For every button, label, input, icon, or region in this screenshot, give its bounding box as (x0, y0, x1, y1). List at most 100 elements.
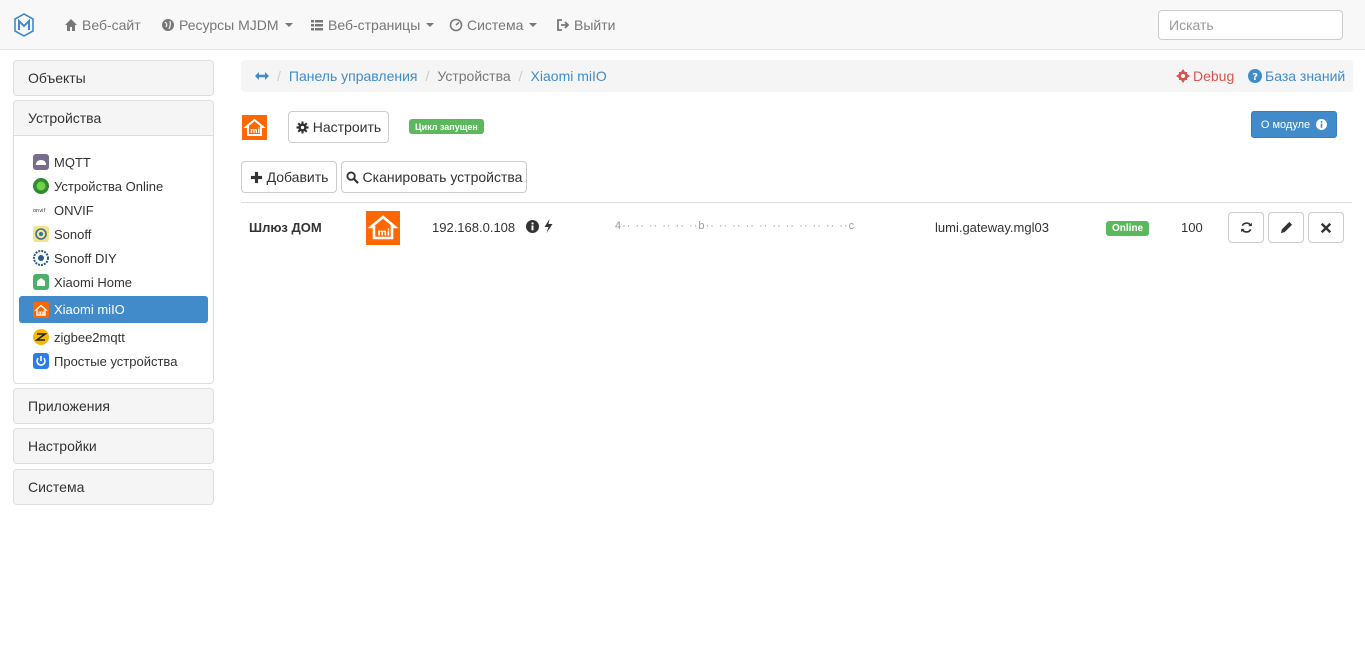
info-icon[interactable] (526, 220, 539, 233)
sidebar-item-label: Sonoff DIY (54, 250, 117, 266)
nav-resources[interactable]: Ресурсы MJDM (161, 15, 293, 35)
sidebar-item-label: Простые устройства (54, 353, 178, 369)
breadcrumb-separator: / (518, 68, 523, 84)
debug-icon (1176, 69, 1190, 83)
about-module-button[interactable]: О модуле (1251, 111, 1337, 138)
sidebar-section-settings[interactable]: Настройки (13, 428, 214, 464)
sidebar-item-sonoff[interactable]: Sonoff (19, 222, 208, 246)
about-module-label: О модуле (1260, 118, 1311, 131)
sidebar-item-sonoff-diy[interactable]: Sonoff DIY (19, 246, 208, 270)
nav-system-label: Система (467, 17, 524, 33)
nav-resources-label: Ресурсы MJDM (179, 17, 279, 33)
search-input[interactable] (1158, 10, 1343, 40)
sidebar-item-label: Xiaomi miIO (54, 302, 125, 317)
lightning-icon (544, 219, 553, 233)
xiaomi-home-icon (33, 274, 49, 290)
sidebar-section-settings-label: Настройки (14, 429, 213, 463)
nav-system[interactable]: Система (449, 15, 538, 35)
dashboard-icon (449, 18, 463, 32)
globe-icon (162, 19, 174, 31)
status-badge: Online (1106, 221, 1150, 236)
device-token: 4·· ·· ·· ·· ·· ··b·· ·· ·· ·· ·· ·· ·· … (615, 220, 856, 232)
question-circle-icon: ? (1248, 69, 1262, 83)
svg-text:mi: mi (250, 127, 260, 135)
sidebar-item-xiaomi-miio[interactable]: mi Xiaomi miIO (19, 296, 208, 323)
xiaomi-miio-module-icon: mi (242, 115, 267, 140)
sidebar-section-objects[interactable]: Объекты (13, 60, 214, 96)
info-icon (1316, 119, 1328, 130)
home-icon (65, 19, 77, 31)
breadcrumb-control-panel[interactable]: Панель управления (289, 68, 418, 84)
sidebar-section-devices: Устройства MQTT Устройства Online onvif … (13, 100, 214, 384)
svg-text:mi: mi (38, 310, 45, 316)
breadcrumb-xiaomi-miio[interactable]: Xiaomi miIO (531, 68, 607, 84)
configure-button-label: Настроить (312, 119, 382, 135)
xiaomi-device-icon: mi (366, 211, 400, 245)
mqtt-icon (33, 154, 49, 170)
sidebar-section-devices-label[interactable]: Устройства (14, 101, 213, 135)
delete-button[interactable] (1308, 212, 1344, 243)
sidebar-section-objects-label: Объекты (14, 61, 213, 95)
breadcrumb: / Панель управления / Устройства / Xiaom… (241, 60, 1353, 92)
search-icon (345, 170, 359, 184)
sidebar-item-zigbee2mqtt[interactable]: zigbee2mqtt (19, 325, 208, 349)
device-ip: 192.168.0.108 (432, 220, 516, 235)
sidebar-item-simple-devices[interactable]: Простые устройства (19, 349, 208, 373)
breadcrumb-separator: / (425, 68, 430, 84)
list-icon (311, 20, 323, 31)
nav-website-label: Веб-сайт (82, 17, 141, 33)
top-navbar: Веб-сайт Ресурсы MJDM Веб-страницы Систе… (0, 0, 1365, 50)
sidebar-item-label: ONVIF (54, 202, 94, 218)
sonoff-icon (33, 226, 49, 242)
nav-logout[interactable]: Выйти (556, 15, 615, 35)
nav-webpages[interactable]: Веб-страницы (310, 15, 435, 35)
cycle-status-badge: Цикл запущен (409, 119, 484, 134)
svg-text:?: ? (1252, 72, 1258, 83)
gear-icon (296, 120, 309, 134)
refresh-icon (1240, 222, 1252, 233)
sidebar-item-label: Sonoff (54, 226, 92, 242)
mjdm-logo-icon[interactable] (14, 13, 34, 37)
chevron-down-icon (529, 23, 538, 27)
zigbee-icon (33, 329, 49, 345)
plus-icon (250, 171, 262, 183)
breadcrumb-separator: / (277, 68, 281, 84)
device-model: lumi.gateway.mgl03 (935, 220, 1049, 235)
scan-devices-label: Сканировать устройства (362, 169, 523, 185)
debug-link[interactable]: Debug (1176, 68, 1234, 84)
configure-button[interactable]: Настроить (288, 111, 389, 143)
nav-webpages-label: Веб-страницы (328, 17, 421, 33)
sidebar-item-online-devices[interactable]: Устройства Online (19, 174, 208, 198)
svg-text:onvif: onvif (33, 208, 46, 214)
nav-website[interactable]: Веб-сайт (64, 15, 141, 35)
scan-devices-button[interactable]: Сканировать устройства (341, 161, 527, 193)
knowledge-base-link[interactable]: ? База знаний (1248, 68, 1345, 84)
sidebar-item-onvif[interactable]: onvif ONVIF (19, 198, 208, 222)
sidebar-section-system[interactable]: Система (13, 469, 214, 505)
pencil-icon (1280, 221, 1292, 234)
sidebar-section-apps-label: Приложения (14, 389, 213, 423)
refresh-button[interactable] (1228, 212, 1264, 243)
breadcrumb-devices: Устройства (437, 68, 511, 84)
onvif-icon: onvif (33, 208, 49, 214)
device-name: Шлюз ДОМ (249, 220, 322, 235)
add-device-button[interactable]: Добавить (241, 161, 337, 193)
chevron-down-icon (284, 23, 293, 27)
svg-text:mi: mi (378, 229, 390, 239)
sidebar-section-apps[interactable]: Приложения (13, 388, 214, 424)
sidebar-item-xiaomi-home[interactable]: Xiaomi Home (19, 270, 208, 294)
sidebar-item-mqtt[interactable]: MQTT (19, 150, 208, 174)
edit-button[interactable] (1268, 212, 1304, 243)
sidebar-item-label: MQTT (54, 154, 91, 170)
knowledge-base-label: База знаний (1265, 68, 1346, 84)
debug-label: Debug (1193, 68, 1235, 84)
xiaomi-miio-icon: mi (33, 301, 49, 318)
devices-list: MQTT Устройства Online onvif ONVIF Sonof… (14, 135, 213, 383)
online-devices-icon (33, 178, 49, 194)
device-value: 100 (1181, 220, 1203, 235)
expand-arrows-icon[interactable] (255, 71, 269, 81)
sidebar-section-system-label: Система (14, 470, 213, 504)
power-icon (33, 353, 49, 369)
sidebar-item-label: zigbee2mqtt (54, 329, 125, 345)
add-device-label: Добавить (266, 169, 329, 185)
